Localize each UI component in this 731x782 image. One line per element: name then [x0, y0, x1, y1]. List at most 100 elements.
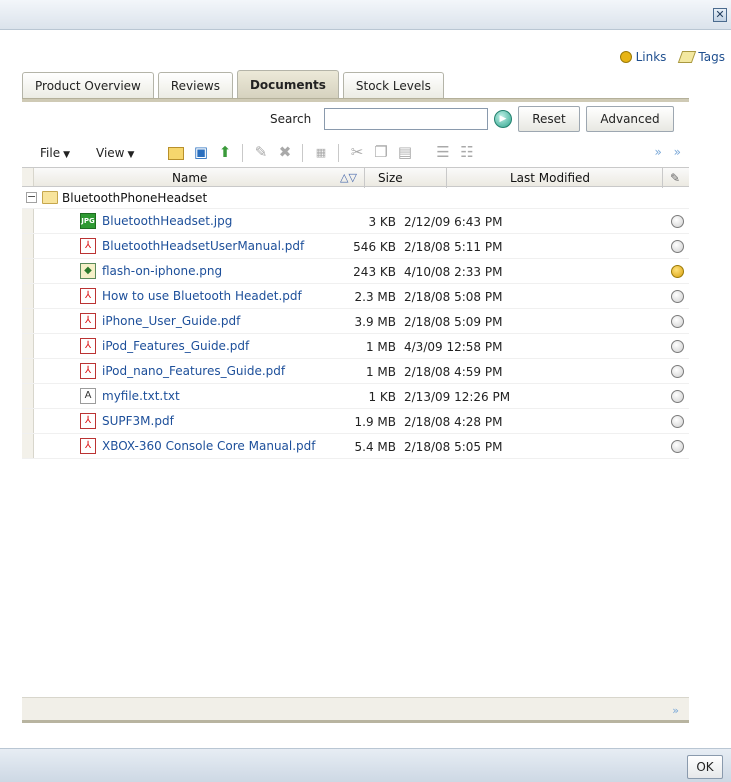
- file-size: 1 MB: [365, 365, 396, 379]
- row-selector[interactable]: [22, 334, 34, 358]
- search-go-icon[interactable]: ▶: [494, 110, 512, 128]
- view-menu[interactable]: View ▼: [96, 146, 134, 160]
- reset-button[interactable]: Reset: [518, 106, 580, 132]
- link-status-icon[interactable]: [671, 215, 684, 228]
- toolbar-overflow-icon[interactable]: » »: [655, 145, 686, 159]
- file-menu[interactable]: File ▼: [40, 146, 70, 160]
- ok-button[interactable]: OK: [687, 755, 723, 779]
- row-selector[interactable]: [22, 259, 34, 283]
- file-modified: 2/18/08 5:11 PM: [404, 240, 503, 254]
- copy-icon[interactable]: ❐: [372, 143, 390, 161]
- collapse-icon[interactable]: −: [26, 191, 37, 203]
- cut-icon[interactable]: ✂: [348, 143, 366, 161]
- paste-icon[interactable]: ▤: [396, 143, 414, 161]
- edit-icon[interactable]: ✎: [252, 143, 270, 161]
- tab-reviews[interactable]: Reviews: [157, 72, 233, 98]
- upload-icon[interactable]: ⬆: [216, 143, 234, 161]
- row-selector[interactable]: [22, 309, 34, 333]
- link-status-icon[interactable]: [671, 365, 684, 378]
- toolbar-separator: [242, 144, 243, 162]
- pdf-file-icon: ⅄: [80, 288, 96, 304]
- tab-documents[interactable]: Documents: [236, 70, 339, 98]
- table-row[interactable]: ⅄ iPod_nano_Features_Guide.pdf 1 MB 2/18/08…: [22, 359, 689, 384]
- row-selector[interactable]: [22, 284, 34, 308]
- file-name-link[interactable]: SUPF3M.pdf: [102, 414, 174, 428]
- column-header-size[interactable]: Size: [378, 171, 403, 185]
- table-row[interactable]: ⅄ BluetoothHeadsetUserManual.pdf 546 KB 2/1…: [22, 234, 689, 259]
- delete-icon[interactable]: ✖: [276, 143, 294, 161]
- file-name-link[interactable]: How to use Bluetooth Headet.pdf: [102, 289, 302, 303]
- file-size: 5.4 MB: [354, 440, 396, 454]
- close-icon[interactable]: ✕: [713, 8, 727, 22]
- link-status-icon[interactable]: [671, 290, 684, 303]
- file-name-link[interactable]: flash-on-iphone.png: [102, 264, 222, 278]
- row-selector[interactable]: [22, 234, 34, 258]
- folder-row[interactable]: − BluetoothPhoneHeadset: [22, 187, 689, 209]
- tab-strip: Product Overview Reviews Documents Stock…: [22, 70, 448, 98]
- pdf-file-icon: ⅄: [80, 238, 96, 254]
- row-selector-header: [22, 168, 34, 186]
- outdent-icon[interactable]: ☷: [458, 143, 476, 161]
- table-row[interactable]: ⅄ SUPF3M.pdf 1.9 MB 2/18/08 4:28 PM: [22, 409, 689, 434]
- column-divider: [662, 168, 663, 188]
- link-status-icon[interactable]: [671, 265, 684, 278]
- link-status-icon[interactable]: [671, 440, 684, 453]
- pdf-file-icon: ⅄: [80, 338, 96, 354]
- file-name-link[interactable]: iPhone_User_Guide.pdf: [102, 314, 240, 328]
- file-modified: 2/18/08 4:28 PM: [404, 415, 503, 429]
- row-selector[interactable]: [22, 434, 34, 458]
- folder-name: BluetoothPhoneHeadset: [62, 191, 208, 205]
- table-row[interactable]: ⅄ iPhone_User_Guide.pdf 3.9 MB 2/18/08 5:09…: [22, 309, 689, 334]
- file-name-link[interactable]: XBOX-360 Console Core Manual.pdf: [102, 439, 316, 453]
- indent-icon[interactable]: ☰: [434, 143, 452, 161]
- txt-file-icon: A: [80, 388, 96, 404]
- paperclip-icon: ✎: [670, 171, 681, 185]
- rename-icon[interactable]: ▦: [312, 143, 330, 161]
- row-selector[interactable]: [22, 409, 34, 433]
- link-status-icon[interactable]: [671, 340, 684, 353]
- folder-icon: [42, 191, 58, 204]
- search-input[interactable]: [324, 108, 488, 130]
- file-name-link[interactable]: BluetoothHeadset.jpg: [102, 214, 232, 228]
- new-document-icon[interactable]: ▣: [192, 143, 210, 161]
- bottom-overflow-icon[interactable]: »: [672, 704, 679, 717]
- file-name-link[interactable]: BluetoothHeadsetUserManual.pdf: [102, 239, 304, 253]
- row-selector[interactable]: [22, 359, 34, 383]
- file-modified: 4/10/08 2:33 PM: [404, 265, 503, 279]
- file-modified: 2/18/08 5:05 PM: [404, 440, 503, 454]
- table-row[interactable]: JPG BluetoothHeadset.jpg 3 KB 2/12/09 6:43 …: [22, 209, 689, 234]
- link-status-icon[interactable]: [671, 315, 684, 328]
- jpg-file-icon: JPG: [80, 213, 96, 229]
- new-folder-icon[interactable]: [168, 147, 184, 160]
- link-status-icon[interactable]: [671, 415, 684, 428]
- toolbar-separator: [302, 144, 303, 162]
- file-name-link[interactable]: myfile.txt.txt: [102, 389, 180, 403]
- top-links: Links Tags: [619, 50, 725, 64]
- tab-stock-levels[interactable]: Stock Levels: [342, 72, 444, 98]
- file-size: 1 KB: [368, 390, 396, 404]
- file-name-link[interactable]: iPod_nano_Features_Guide.pdf: [102, 364, 285, 378]
- table-row[interactable]: ⅄ How to use Bluetooth Headet.pdf 2.3 MB 2/…: [22, 284, 689, 309]
- tags-link[interactable]: Tags: [678, 50, 725, 64]
- row-selector[interactable]: [22, 384, 34, 408]
- link-status-icon[interactable]: [671, 240, 684, 253]
- file-size: 1.9 MB: [354, 415, 396, 429]
- file-size: 243 KB: [353, 265, 396, 279]
- column-header-name[interactable]: Name: [172, 171, 207, 185]
- file-size: 2.3 MB: [354, 290, 396, 304]
- links-link[interactable]: Links: [619, 50, 667, 64]
- table-row[interactable]: ⅄ XBOX-360 Console Core Manual.pdf 5.4 MB 2…: [22, 434, 689, 459]
- link-status-icon[interactable]: [671, 390, 684, 403]
- column-header-last-modified[interactable]: Last Modified: [510, 171, 590, 185]
- table-row[interactable]: Amyfile.txt.txt 1 KB 2/13/09 12:26 PM: [22, 384, 689, 409]
- pdf-file-icon: ⅄: [80, 313, 96, 329]
- table-row[interactable]: ◆ flash-on-iphone.png 243 KB 4/10/08 2:33 P…: [22, 259, 689, 284]
- table-row[interactable]: ⅄ iPod_Features_Guide.pdf 1 MB 4/3/09 12:58…: [22, 334, 689, 359]
- links-label: Links: [635, 50, 667, 64]
- file-modified: 2/18/08 5:09 PM: [404, 315, 503, 329]
- advanced-button[interactable]: Advanced: [586, 106, 674, 132]
- tab-product-overview[interactable]: Product Overview: [22, 72, 154, 98]
- file-name-link[interactable]: iPod_Features_Guide.pdf: [102, 339, 249, 353]
- sort-icon[interactable]: △▽: [340, 171, 357, 184]
- row-selector[interactable]: [22, 209, 34, 233]
